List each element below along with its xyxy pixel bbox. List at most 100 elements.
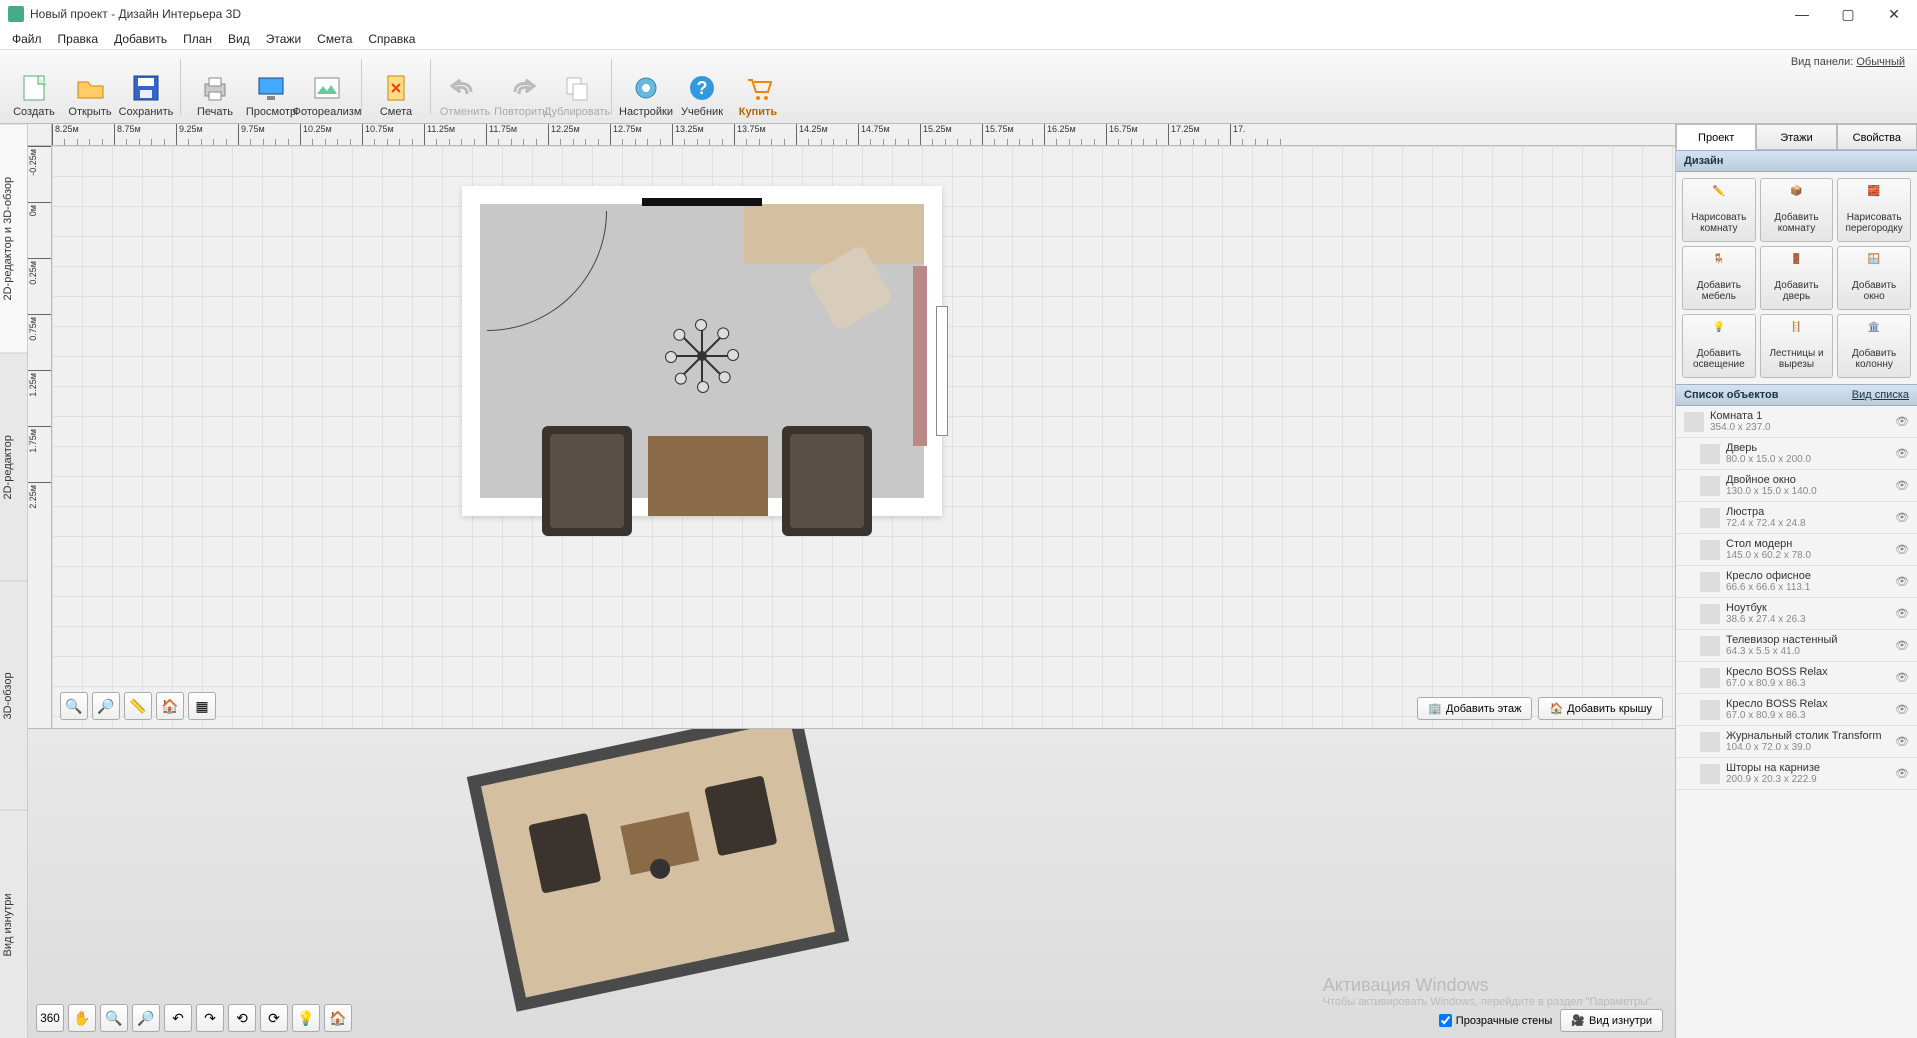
photoreal-button[interactable]: Фотореализм <box>299 54 355 120</box>
tilt-down-icon[interactable]: ⟳ <box>260 1004 288 1032</box>
orbit-left-icon[interactable]: ↶ <box>164 1004 192 1032</box>
home-3d-icon[interactable]: 🏠 <box>324 1004 352 1032</box>
tab-floors[interactable]: Этажи <box>1756 124 1836 150</box>
armchair-2[interactable] <box>782 426 872 536</box>
measure-icon[interactable]: 📏 <box>124 692 152 720</box>
canvas-3d[interactable]: Активация Windows Чтобы активировать Win… <box>28 729 1675 1038</box>
svg-text:?: ? <box>697 78 708 98</box>
estimate-button[interactable]: Смета <box>368 54 424 120</box>
object-thumb-icon <box>1700 476 1720 496</box>
tab-2d[interactable]: 2D-редактор <box>0 353 27 582</box>
menu-view[interactable]: Вид <box>220 30 258 48</box>
object-row[interactable]: Комната 1354.0 x 237.0👁 <box>1676 406 1917 438</box>
redo-button[interactable]: Повторить <box>493 54 549 120</box>
object-row[interactable]: Ноутбук38.6 x 27.4 x 26.3👁 <box>1676 598 1917 630</box>
eye-icon[interactable]: 👁 <box>1895 671 1909 685</box>
object-row[interactable]: Журнальный столик Transform104.0 x 72.0 … <box>1676 726 1917 758</box>
grid-icon[interactable]: ▦ <box>188 692 216 720</box>
settings-button[interactable]: Настройки <box>618 54 674 120</box>
preview-button[interactable]: Просмотр <box>243 54 299 120</box>
object-row[interactable]: Шторы на карнизе200.9 x 20.3 x 222.9👁 <box>1676 758 1917 790</box>
tab-properties[interactable]: Свойства <box>1837 124 1917 150</box>
panel-mode-link[interactable]: Обычный <box>1856 56 1905 68</box>
chandelier[interactable] <box>662 316 742 396</box>
eye-icon[interactable]: 👁 <box>1895 447 1909 461</box>
tv[interactable] <box>642 198 762 206</box>
add-roof-button[interactable]: 🏠 Добавить крышу <box>1538 697 1663 720</box>
shelf[interactable] <box>913 266 927 446</box>
menu-estimate[interactable]: Смета <box>309 30 360 48</box>
duplicate-button[interactable]: Дублировать <box>549 54 605 120</box>
close-button[interactable]: ✕ <box>1871 0 1917 28</box>
object-row[interactable]: Телевизор настенный64.3 x 5.5 x 41.0👁 <box>1676 630 1917 662</box>
object-row[interactable]: Люстра72.4 x 72.4 x 24.8👁 <box>1676 502 1917 534</box>
zoom-in-icon[interactable]: 🔎 <box>92 692 120 720</box>
list-view-link[interactable]: Вид списка <box>1852 389 1909 401</box>
menu-file[interactable]: Файл <box>4 30 50 48</box>
tab-inside[interactable]: Вид изнутри <box>0 810 27 1038</box>
draw-wall-button[interactable]: 🧱Нарисовать перегородку <box>1837 178 1911 242</box>
tab-2d-3d[interactable]: 2D-редактор и 3D-обзор <box>0 124 27 353</box>
object-row[interactable]: Кресло офисное66.6 x 66.6 x 113.1👁 <box>1676 566 1917 598</box>
eye-icon[interactable]: 👁 <box>1895 607 1909 621</box>
draw-room-button[interactable]: ✏️Нарисовать комнату <box>1682 178 1756 242</box>
add-column-button[interactable]: 🏛️Добавить колонну <box>1837 314 1911 378</box>
open-button[interactable]: Открыть <box>62 54 118 120</box>
home-icon[interactable]: 🏠 <box>156 692 184 720</box>
create-button[interactable]: Создать <box>6 54 62 120</box>
tutorial-button[interactable]: ? Учебник <box>674 54 730 120</box>
save-button[interactable]: Сохранить <box>118 54 174 120</box>
eye-icon[interactable]: 👁 <box>1895 543 1909 557</box>
add-window-button[interactable]: 🪟Добавить окно <box>1837 246 1911 310</box>
window[interactable] <box>936 306 948 436</box>
rotate360-icon[interactable]: 360 <box>36 1004 64 1032</box>
object-row[interactable]: Кресло BOSS Relax67.0 x 80.9 x 86.3👁 <box>1676 694 1917 726</box>
object-row[interactable]: Кресло BOSS Relax67.0 x 80.9 x 86.3👁 <box>1676 662 1917 694</box>
room-3d[interactable] <box>467 729 849 1012</box>
buy-button[interactable]: Купить <box>730 54 786 120</box>
canvas-2d[interactable]: 🔍 🔎 📏 🏠 ▦ 🏢 Добавить этаж 🏠 Добавить кры… <box>52 146 1675 728</box>
eye-icon[interactable]: 👁 <box>1895 735 1909 749</box>
tab-project[interactable]: Проект <box>1676 124 1756 150</box>
coffee-table[interactable] <box>648 436 768 516</box>
object-row[interactable]: Стол модерн145.0 x 60.2 x 78.0👁 <box>1676 534 1917 566</box>
armchair-1[interactable] <box>542 426 632 536</box>
eye-icon[interactable]: 👁 <box>1895 767 1909 781</box>
undo-button[interactable]: Отменить <box>437 54 493 120</box>
tab-3d[interactable]: 3D-обзор <box>0 581 27 810</box>
inside-view-button[interactable]: 🎥 Вид изнутри <box>1560 1009 1663 1032</box>
zoom-out-icon[interactable]: 🔍 <box>60 692 88 720</box>
eye-icon[interactable]: 👁 <box>1895 639 1909 653</box>
menu-floors[interactable]: Этажи <box>258 30 309 48</box>
eye-icon[interactable]: 👁 <box>1895 479 1909 493</box>
menu-plan[interactable]: План <box>175 30 220 48</box>
orbit-right-icon[interactable]: ↷ <box>196 1004 224 1032</box>
minimize-button[interactable]: — <box>1779 0 1825 28</box>
ruler-h-tick: 14.25м <box>796 124 828 145</box>
menu-edit[interactable]: Правка <box>50 30 107 48</box>
add-door-button[interactable]: 🚪Добавить дверь <box>1760 246 1834 310</box>
desk[interactable] <box>744 204 924 264</box>
pan-icon[interactable]: ✋ <box>68 1004 96 1032</box>
menu-add[interactable]: Добавить <box>106 30 175 48</box>
add-light-button[interactable]: 💡Добавить освещение <box>1682 314 1756 378</box>
zoom-in-3d-icon[interactable]: 🔎 <box>132 1004 160 1032</box>
add-floor-button[interactable]: 🏢 Добавить этаж <box>1417 697 1532 720</box>
zoom-out-3d-icon[interactable]: 🔍 <box>100 1004 128 1032</box>
print-button[interactable]: Печать <box>187 54 243 120</box>
light-icon[interactable]: 💡 <box>292 1004 320 1032</box>
maximize-button[interactable]: ▢ <box>1825 0 1871 28</box>
tilt-up-icon[interactable]: ⟲ <box>228 1004 256 1032</box>
stairs-button[interactable]: 🪜Лестницы и вырезы <box>1760 314 1834 378</box>
menu-help[interactable]: Справка <box>360 30 423 48</box>
eye-icon[interactable]: 👁 <box>1895 415 1909 429</box>
object-row[interactable]: Дверь80.0 x 15.0 x 200.0👁 <box>1676 438 1917 470</box>
eye-icon[interactable]: 👁 <box>1895 511 1909 525</box>
add-furniture-button[interactable]: 🪑Добавить мебель <box>1682 246 1756 310</box>
eye-icon[interactable]: 👁 <box>1895 575 1909 589</box>
room-plan[interactable] <box>462 186 942 516</box>
eye-icon[interactable]: 👁 <box>1895 703 1909 717</box>
object-row[interactable]: Двойное окно130.0 x 15.0 x 140.0👁 <box>1676 470 1917 502</box>
add-room-button[interactable]: 📦Добавить комнату <box>1760 178 1834 242</box>
transparent-walls-checkbox[interactable]: Прозрачные стены <box>1439 1014 1552 1027</box>
